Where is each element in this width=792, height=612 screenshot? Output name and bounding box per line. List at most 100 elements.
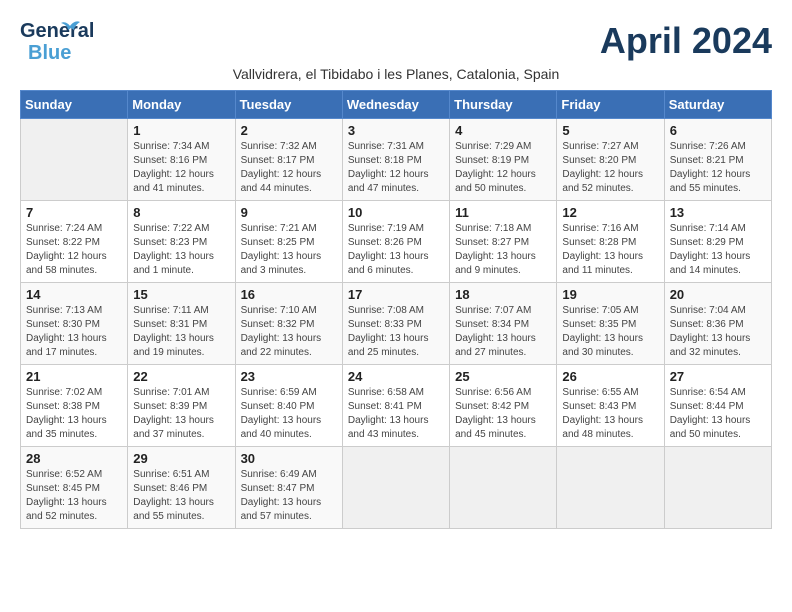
calendar-cell: 24Sunrise: 6:58 AM Sunset: 8:41 PM Dayli…	[342, 365, 449, 447]
day-info: Sunrise: 7:27 AM Sunset: 8:20 PM Dayligh…	[562, 140, 658, 196]
calendar-cell: 12 Sunrise: 7:16 AM Sunset: 8:28 PM Dayli…	[557, 201, 664, 283]
day-number: 13	[670, 205, 766, 220]
day-info: Sunrise: 7:02 AM Sunset: 8:38 PM Dayligh…	[26, 386, 122, 442]
day-number: 3	[348, 123, 444, 138]
day-info: Sunrise: 7:32 AM Sunset: 8:17 PM Dayligh…	[241, 140, 337, 196]
day-info: Sunrise: 6:54 AM Sunset: 8:44 PM Dayligh…	[670, 386, 766, 442]
day-number: 28	[26, 451, 122, 466]
day-number: 21	[26, 369, 122, 384]
day-info: Sunrise: 7:04 AM Sunset: 8:36 PM Dayligh…	[670, 304, 766, 360]
calendar-cell: 13 Sunrise: 7:14 AM Sunset: 8:29 PM Dayli…	[664, 201, 771, 283]
calendar-cell	[21, 119, 128, 201]
day-header-wednesday: Wednesday	[342, 91, 449, 119]
calendar-cell: 9 Sunrise: 7:21 AM Sunset: 8:25 PM Daylig…	[235, 201, 342, 283]
calendar-cell: 15 Sunrise: 7:11 AM Sunset: 8:31 PM Dayli…	[128, 283, 235, 365]
day-number: 20	[670, 287, 766, 302]
day-number: 14	[26, 287, 122, 302]
day-info: Sunrise: 6:56 AM Sunset: 8:42 PM Dayligh…	[455, 386, 551, 442]
calendar-cell	[342, 447, 449, 529]
day-info: Sunrise: 6:55 AM Sunset: 8:43 PM Dayligh…	[562, 386, 658, 442]
day-info: Sunrise: 7:18 AM Sunset: 8:27 PM Dayligh…	[455, 222, 551, 278]
day-info: Sunrise: 6:59 AM Sunset: 8:40 PM Dayligh…	[241, 386, 337, 442]
day-number: 9	[241, 205, 337, 220]
day-number: 29	[133, 451, 229, 466]
day-info: Sunrise: 7:22 AM Sunset: 8:23 PM Dayligh…	[133, 222, 229, 278]
day-number: 27	[670, 369, 766, 384]
calendar-cell: 1Sunrise: 7:34 AM Sunset: 8:16 PM Daylig…	[128, 119, 235, 201]
day-info: Sunrise: 7:07 AM Sunset: 8:34 PM Dayligh…	[455, 304, 551, 360]
logo-bird-icon	[60, 20, 82, 38]
day-info: Sunrise: 7:13 AM Sunset: 8:30 PM Dayligh…	[26, 304, 122, 360]
calendar-cell: 8 Sunrise: 7:22 AM Sunset: 8:23 PM Daylig…	[128, 201, 235, 283]
calendar-cell: 5 Sunrise: 7:27 AM Sunset: 8:20 PM Daylig…	[557, 119, 664, 201]
day-info: Sunrise: 7:21 AM Sunset: 8:25 PM Dayligh…	[241, 222, 337, 278]
calendar-cell: 6 Sunrise: 7:26 AM Sunset: 8:21 PM Daylig…	[664, 119, 771, 201]
day-number: 4	[455, 123, 551, 138]
day-header-tuesday: Tuesday	[235, 91, 342, 119]
calendar-week-row: 14 Sunrise: 7:13 AM Sunset: 8:30 PM Dayli…	[21, 283, 772, 365]
day-info: Sunrise: 7:26 AM Sunset: 8:21 PM Dayligh…	[670, 140, 766, 196]
day-info: Sunrise: 7:05 AM Sunset: 8:35 PM Dayligh…	[562, 304, 658, 360]
calendar-cell: 26 Sunrise: 6:55 AM Sunset: 8:43 PM Dayli…	[557, 365, 664, 447]
calendar-cell	[557, 447, 664, 529]
day-number: 7	[26, 205, 122, 220]
day-info: Sunrise: 7:16 AM Sunset: 8:28 PM Dayligh…	[562, 222, 658, 278]
calendar-cell: 25 Sunrise: 6:56 AM Sunset: 8:42 PM Dayli…	[450, 365, 557, 447]
day-number: 22	[133, 369, 229, 384]
day-info: Sunrise: 7:08 AM Sunset: 8:33 PM Dayligh…	[348, 304, 444, 360]
day-info: Sunrise: 6:58 AM Sunset: 8:41 PM Dayligh…	[348, 386, 444, 442]
calendar-cell: 27 Sunrise: 6:54 AM Sunset: 8:44 PM Dayli…	[664, 365, 771, 447]
calendar-cell: 28 Sunrise: 6:52 AM Sunset: 8:45 PM Dayli…	[21, 447, 128, 529]
calendar-cell: 17 Sunrise: 7:08 AM Sunset: 8:33 PM Dayli…	[342, 283, 449, 365]
day-number: 6	[670, 123, 766, 138]
calendar-week-row: 28 Sunrise: 6:52 AM Sunset: 8:45 PM Dayli…	[21, 447, 772, 529]
location: Vallvidrera, el Tibidabo i les Planes, C…	[20, 66, 772, 82]
calendar-cell: 18 Sunrise: 7:07 AM Sunset: 8:34 PM Dayli…	[450, 283, 557, 365]
calendar-week-row: 21 Sunrise: 7:02 AM Sunset: 8:38 PM Dayli…	[21, 365, 772, 447]
day-number: 8	[133, 205, 229, 220]
calendar-cell: 16Sunrise: 7:10 AM Sunset: 8:32 PM Dayli…	[235, 283, 342, 365]
day-number: 1	[133, 123, 229, 138]
calendar-cell: 11Sunrise: 7:18 AM Sunset: 8:27 PM Dayli…	[450, 201, 557, 283]
calendar-table: SundayMondayTuesdayWednesdayThursdayFrid…	[20, 90, 772, 529]
day-number: 19	[562, 287, 658, 302]
day-header-friday: Friday	[557, 91, 664, 119]
day-info: Sunrise: 6:51 AM Sunset: 8:46 PM Dayligh…	[133, 468, 229, 524]
day-info: Sunrise: 7:10 AM Sunset: 8:32 PM Dayligh…	[241, 304, 337, 360]
day-header-saturday: Saturday	[664, 91, 771, 119]
day-info: Sunrise: 7:29 AM Sunset: 8:19 PM Dayligh…	[455, 140, 551, 196]
day-number: 2	[241, 123, 337, 138]
calendar-header-row: SundayMondayTuesdayWednesdayThursdayFrid…	[21, 91, 772, 119]
calendar-cell: 4 Sunrise: 7:29 AM Sunset: 8:19 PM Daylig…	[450, 119, 557, 201]
day-info: Sunrise: 7:01 AM Sunset: 8:39 PM Dayligh…	[133, 386, 229, 442]
day-number: 17	[348, 287, 444, 302]
day-number: 23	[241, 369, 337, 384]
day-info: Sunrise: 6:52 AM Sunset: 8:45 PM Dayligh…	[26, 468, 122, 524]
day-number: 5	[562, 123, 658, 138]
day-info: Sunrise: 6:49 AM Sunset: 8:47 PM Dayligh…	[241, 468, 337, 524]
day-info: Sunrise: 7:14 AM Sunset: 8:29 PM Dayligh…	[670, 222, 766, 278]
day-info: Sunrise: 7:11 AM Sunset: 8:31 PM Dayligh…	[133, 304, 229, 360]
day-number: 18	[455, 287, 551, 302]
day-info: Sunrise: 7:31 AM Sunset: 8:18 PM Dayligh…	[348, 140, 444, 196]
logo-blue: Blue	[28, 42, 71, 64]
day-header-monday: Monday	[128, 91, 235, 119]
calendar-cell: 19 Sunrise: 7:05 AM Sunset: 8:35 PM Dayli…	[557, 283, 664, 365]
day-number: 26	[562, 369, 658, 384]
logo: General Blue	[20, 20, 70, 62]
day-number: 10	[348, 205, 444, 220]
day-header-sunday: Sunday	[21, 91, 128, 119]
calendar-cell: 7 Sunrise: 7:24 AM Sunset: 8:22 PM Daylig…	[21, 201, 128, 283]
calendar-cell: 10Sunrise: 7:19 AM Sunset: 8:26 PM Dayli…	[342, 201, 449, 283]
day-number: 25	[455, 369, 551, 384]
calendar-week-row: 7 Sunrise: 7:24 AM Sunset: 8:22 PM Daylig…	[21, 201, 772, 283]
day-number: 30	[241, 451, 337, 466]
page-header: General Blue April 2024	[20, 20, 772, 62]
calendar-cell: 3 Sunrise: 7:31 AM Sunset: 8:18 PM Daylig…	[342, 119, 449, 201]
day-number: 12	[562, 205, 658, 220]
calendar-cell: 21 Sunrise: 7:02 AM Sunset: 8:38 PM Dayli…	[21, 365, 128, 447]
calendar-cell: 23 Sunrise: 6:59 AM Sunset: 8:40 PM Dayli…	[235, 365, 342, 447]
day-info: Sunrise: 7:24 AM Sunset: 8:22 PM Dayligh…	[26, 222, 122, 278]
day-number: 15	[133, 287, 229, 302]
calendar-cell: 22 Sunrise: 7:01 AM Sunset: 8:39 PM Dayli…	[128, 365, 235, 447]
